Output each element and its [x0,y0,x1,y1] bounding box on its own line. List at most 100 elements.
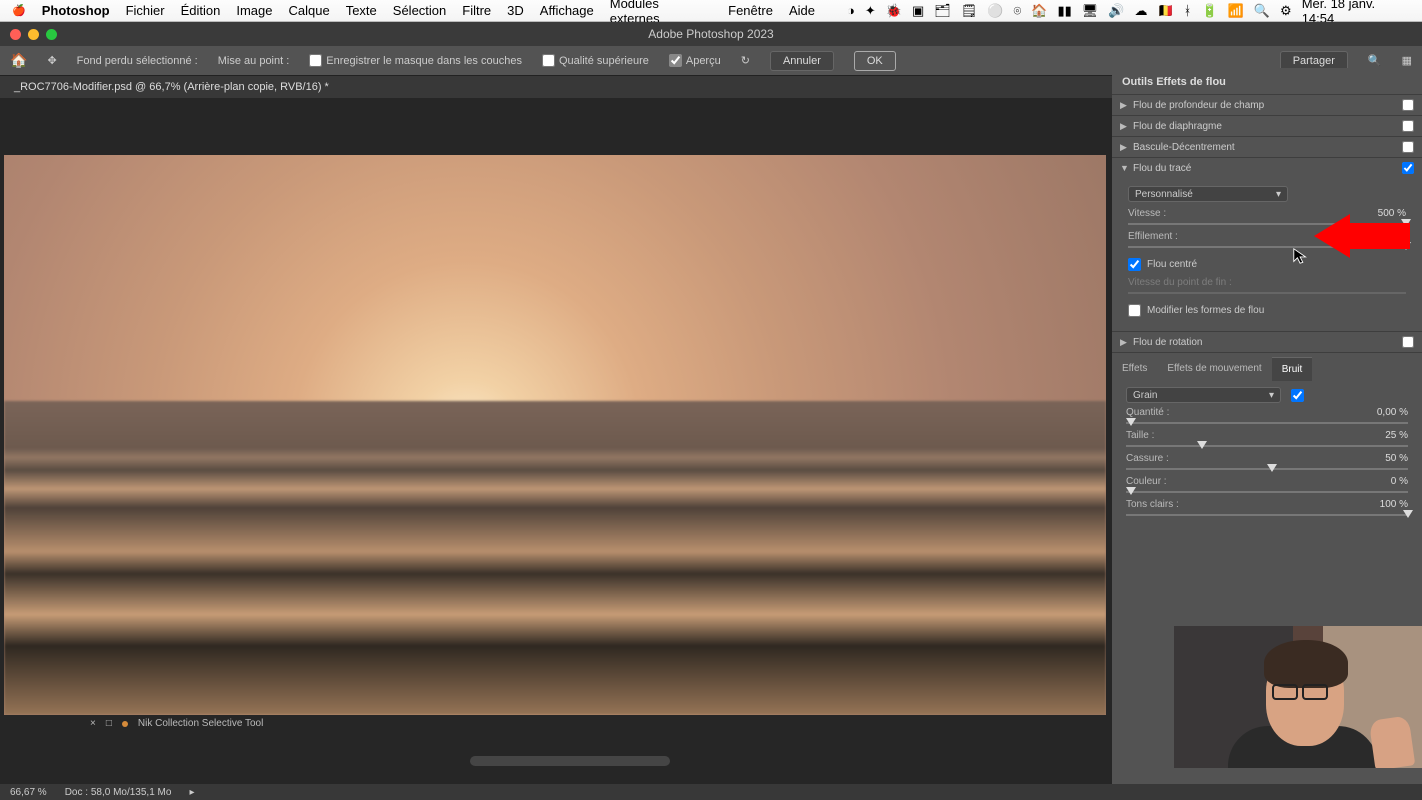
noise-toggle[interactable] [1291,389,1304,402]
highlight-value[interactable]: 100 % [1366,499,1408,510]
tab-noise[interactable]: Bruit [1272,357,1313,381]
color-value[interactable]: 0 % [1366,476,1408,487]
workspace-icon[interactable]: ▦ [1402,54,1412,67]
tilt-shift-toggle[interactable] [1402,141,1414,153]
size-label: Taille : [1126,430,1366,441]
noise-type-dropdown[interactable]: Grain▾ [1126,387,1281,403]
field-blur-section[interactable]: ▶Flou de profondeur de champ [1112,95,1422,115]
tray-icon[interactable]: 🗒 [961,3,978,19]
iris-blur-section[interactable]: ▶Flou de diaphragme [1112,116,1422,136]
document-tab[interactable]: _ROC7706-Modifier.psd @ 66,7% (Arrière-p… [14,81,329,93]
quality-checkbox[interactable]: Qualité supérieure [542,54,649,67]
menu-affichage[interactable]: Affichage [540,3,594,18]
blur-gallery-panel: Outils Effets de flou ▶Flou de profondeu… [1112,68,1422,784]
menu-selection[interactable]: Sélection [393,3,446,18]
apple-icon[interactable]: 🍎 [12,4,26,17]
app-name[interactable]: Photoshop [42,3,110,18]
battery-icon[interactable]: 🔋 [1201,3,1217,19]
menu-fenetre[interactable]: Fenêtre [728,3,773,18]
tray-icon[interactable]: 🔊 [1108,3,1124,19]
tray-icon[interactable]: ◑ [847,3,855,18]
path-blur-toggle[interactable] [1402,162,1414,174]
window-titlebar: Adobe Photoshop 2023 [0,22,1422,46]
chevron-down-icon: ▾ [1276,189,1281,200]
edit-shapes-checkbox[interactable] [1128,304,1141,317]
expand-icon[interactable]: □ [106,718,112,729]
preview-checkbox[interactable]: Aperçu [669,54,721,67]
chevron-down-icon: ▾ [1269,390,1274,401]
menu-3d[interactable]: 3D [507,3,524,18]
save-mask-checkbox[interactable]: Enregistrer le masque dans les couches [309,54,522,67]
tray-icon[interactable]: ✦ [865,3,876,19]
menu-fichier[interactable]: Fichier [126,3,165,18]
path-blur-section[interactable]: ▼Flou du tracé [1112,158,1422,178]
taper-value[interactable]: 100 % [1364,231,1406,242]
tilt-shift-section[interactable]: ▶Bascule-Décentrement [1112,137,1422,157]
tray-icon[interactable]: ⚪ [987,3,1003,19]
rough-slider[interactable] [1126,464,1408,474]
speed-value[interactable]: 500 % [1364,208,1406,219]
amount-value[interactable]: 0,00 % [1366,407,1408,418]
home-icon[interactable]: 🏠 [10,52,27,69]
focus-label: Mise au point : [218,55,290,67]
centered-blur-checkbox[interactable] [1128,258,1141,271]
reset-icon[interactable]: ↻ [741,54,750,67]
edit-shapes-label: Modifier les formes de flou [1147,305,1264,316]
iris-blur-toggle[interactable] [1402,120,1414,132]
menu-aide[interactable]: Aide [789,3,815,18]
macos-menubar[interactable]: 🍎 Photoshop Fichier Édition Image Calque… [0,0,1422,22]
tab-effects[interactable]: Effets [1112,357,1157,381]
speed-slider[interactable] [1128,219,1406,229]
spin-blur-toggle[interactable] [1402,336,1414,348]
control-center-icon[interactable]: ⚙ [1280,3,1292,19]
amount-slider[interactable] [1126,418,1408,428]
speed-label: Vitesse : [1128,208,1364,219]
tray-icon[interactable]: 🇧🇪 [1157,3,1173,19]
highlight-slider[interactable] [1126,510,1408,520]
endpoint-speed-label: Vitesse du point de fin : [1128,277,1364,288]
image-sea [4,401,1106,715]
tray-icon[interactable]: 🖥 [1082,3,1099,19]
webcam-overlay [1174,626,1422,768]
nik-dot-icon [122,721,128,727]
tray-icon[interactable]: ▮▮ [1057,3,1071,19]
path-preset-dropdown[interactable]: Personnalisé▾ [1128,186,1288,202]
doc-size[interactable]: Doc : 58,0 Mo/135,1 Mo [65,787,172,798]
tool-icon[interactable]: ✥ [47,54,56,67]
tray-icon[interactable]: ▣ [912,3,924,19]
size-value[interactable]: 25 % [1366,430,1408,441]
bluetooth-icon[interactable]: ᚼ [1184,3,1192,18]
tray-icon[interactable]: 🐞 [886,3,902,19]
menu-calque[interactable]: Calque [289,3,330,18]
document-canvas[interactable] [4,155,1106,715]
color-slider[interactable] [1126,487,1408,497]
tray-icon[interactable]: ☁ [1134,3,1147,19]
spin-blur-section[interactable]: ▶Flou de rotation [1112,332,1422,352]
rough-value[interactable]: 50 % [1366,453,1408,464]
endpoint-speed-slider [1128,288,1406,298]
status-chevron-icon[interactable]: ▸ [189,787,194,798]
tray-icon[interactable]: 🗂 [934,3,951,19]
zoom-level[interactable]: 66,67 % [10,787,47,798]
horizontal-scrollbar[interactable] [470,756,670,766]
nik-toolbar[interactable]: × □ Nik Collection Selective Tool [90,718,263,729]
tray-icon[interactable]: 🏠 [1031,3,1047,19]
taper-slider[interactable] [1128,242,1406,252]
size-slider[interactable] [1126,441,1408,451]
field-blur-toggle[interactable] [1402,99,1414,111]
wifi-icon[interactable]: 📶 [1228,3,1244,19]
ok-button[interactable]: OK [854,51,896,71]
tray-icon[interactable]: ⌾ [1013,3,1021,19]
search-icon[interactable]: 🔍 [1368,54,1382,67]
menu-filtre[interactable]: Filtre [462,3,491,18]
search-icon[interactable]: 🔍 [1254,3,1270,19]
centered-blur-label: Flou centré [1147,259,1197,270]
tab-motion[interactable]: Effets de mouvement [1157,357,1271,381]
menu-image[interactable]: Image [236,3,272,18]
secondary-tabs: Effets Effets de mouvement Bruit [1112,357,1422,381]
nik-label: Nik Collection Selective Tool [138,718,263,729]
menu-texte[interactable]: Texte [346,3,377,18]
close-icon[interactable]: × [90,718,96,729]
menu-edition[interactable]: Édition [181,3,221,18]
cancel-button[interactable]: Annuler [770,51,834,71]
